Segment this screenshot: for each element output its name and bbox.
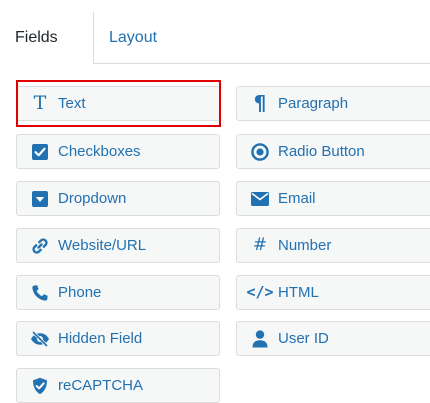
hash-icon: # — [252, 235, 268, 255]
html-field-label: HTML — [278, 284, 319, 301]
user-icon — [249, 322, 271, 355]
envelope-icon — [249, 182, 271, 215]
paragraph-field-label: Paragraph — [278, 95, 349, 112]
tab-divider — [94, 63, 430, 64]
code-icon: </> — [246, 283, 274, 301]
text-field-label: Text — [58, 95, 86, 112]
recaptcha-field-label: reCAPTCHA — [58, 377, 144, 394]
website-url-field-label: Website/URL — [58, 237, 147, 254]
recaptcha-field-button[interactable]: reCAPTCHA — [16, 368, 220, 403]
dropdown-field-button[interactable]: Dropdown — [16, 181, 220, 216]
tab-fields[interactable]: Fields — [0, 12, 94, 64]
phone-field-label: Phone — [58, 284, 102, 301]
field-tabs: Fields Layout — [0, 12, 430, 64]
dropdown-field-label: Dropdown — [58, 190, 127, 207]
radio-icon — [249, 135, 271, 168]
phone-icon — [29, 276, 51, 309]
paragraph-icon: ¶ — [253, 91, 267, 115]
user-id-field-label: User ID — [278, 330, 329, 347]
eye-slash-icon — [29, 322, 51, 355]
user-id-field-button[interactable]: User ID — [236, 321, 430, 356]
checkbox-icon — [29, 135, 51, 168]
hidden-field-button[interactable]: Hidden Field — [16, 321, 220, 356]
hidden-field-label: Hidden Field — [58, 330, 143, 347]
paragraph-field-button[interactable]: ¶ Paragraph — [236, 86, 430, 121]
html-field-button[interactable]: </> HTML — [236, 275, 430, 310]
text-field-button[interactable]: T Text — [16, 86, 220, 121]
text-icon: T — [33, 92, 47, 114]
checkboxes-field-button[interactable]: Checkboxes — [16, 134, 220, 169]
link-icon — [29, 229, 51, 262]
dropdown-icon — [29, 182, 51, 215]
number-field-label: Number — [278, 237, 332, 254]
website-url-field-button[interactable]: Website/URL — [16, 228, 220, 263]
radio-button-field-button[interactable]: Radio Button — [236, 134, 430, 169]
shield-check-icon — [29, 369, 51, 402]
checkboxes-field-label: Checkboxes — [58, 143, 141, 160]
tab-layout[interactable]: Layout — [94, 12, 172, 64]
phone-field-button[interactable]: Phone — [16, 275, 220, 310]
email-field-button[interactable]: Email — [236, 181, 430, 216]
number-field-button[interactable]: # Number — [236, 228, 430, 263]
radio-button-field-label: Radio Button — [278, 143, 365, 160]
email-field-label: Email — [278, 190, 316, 207]
